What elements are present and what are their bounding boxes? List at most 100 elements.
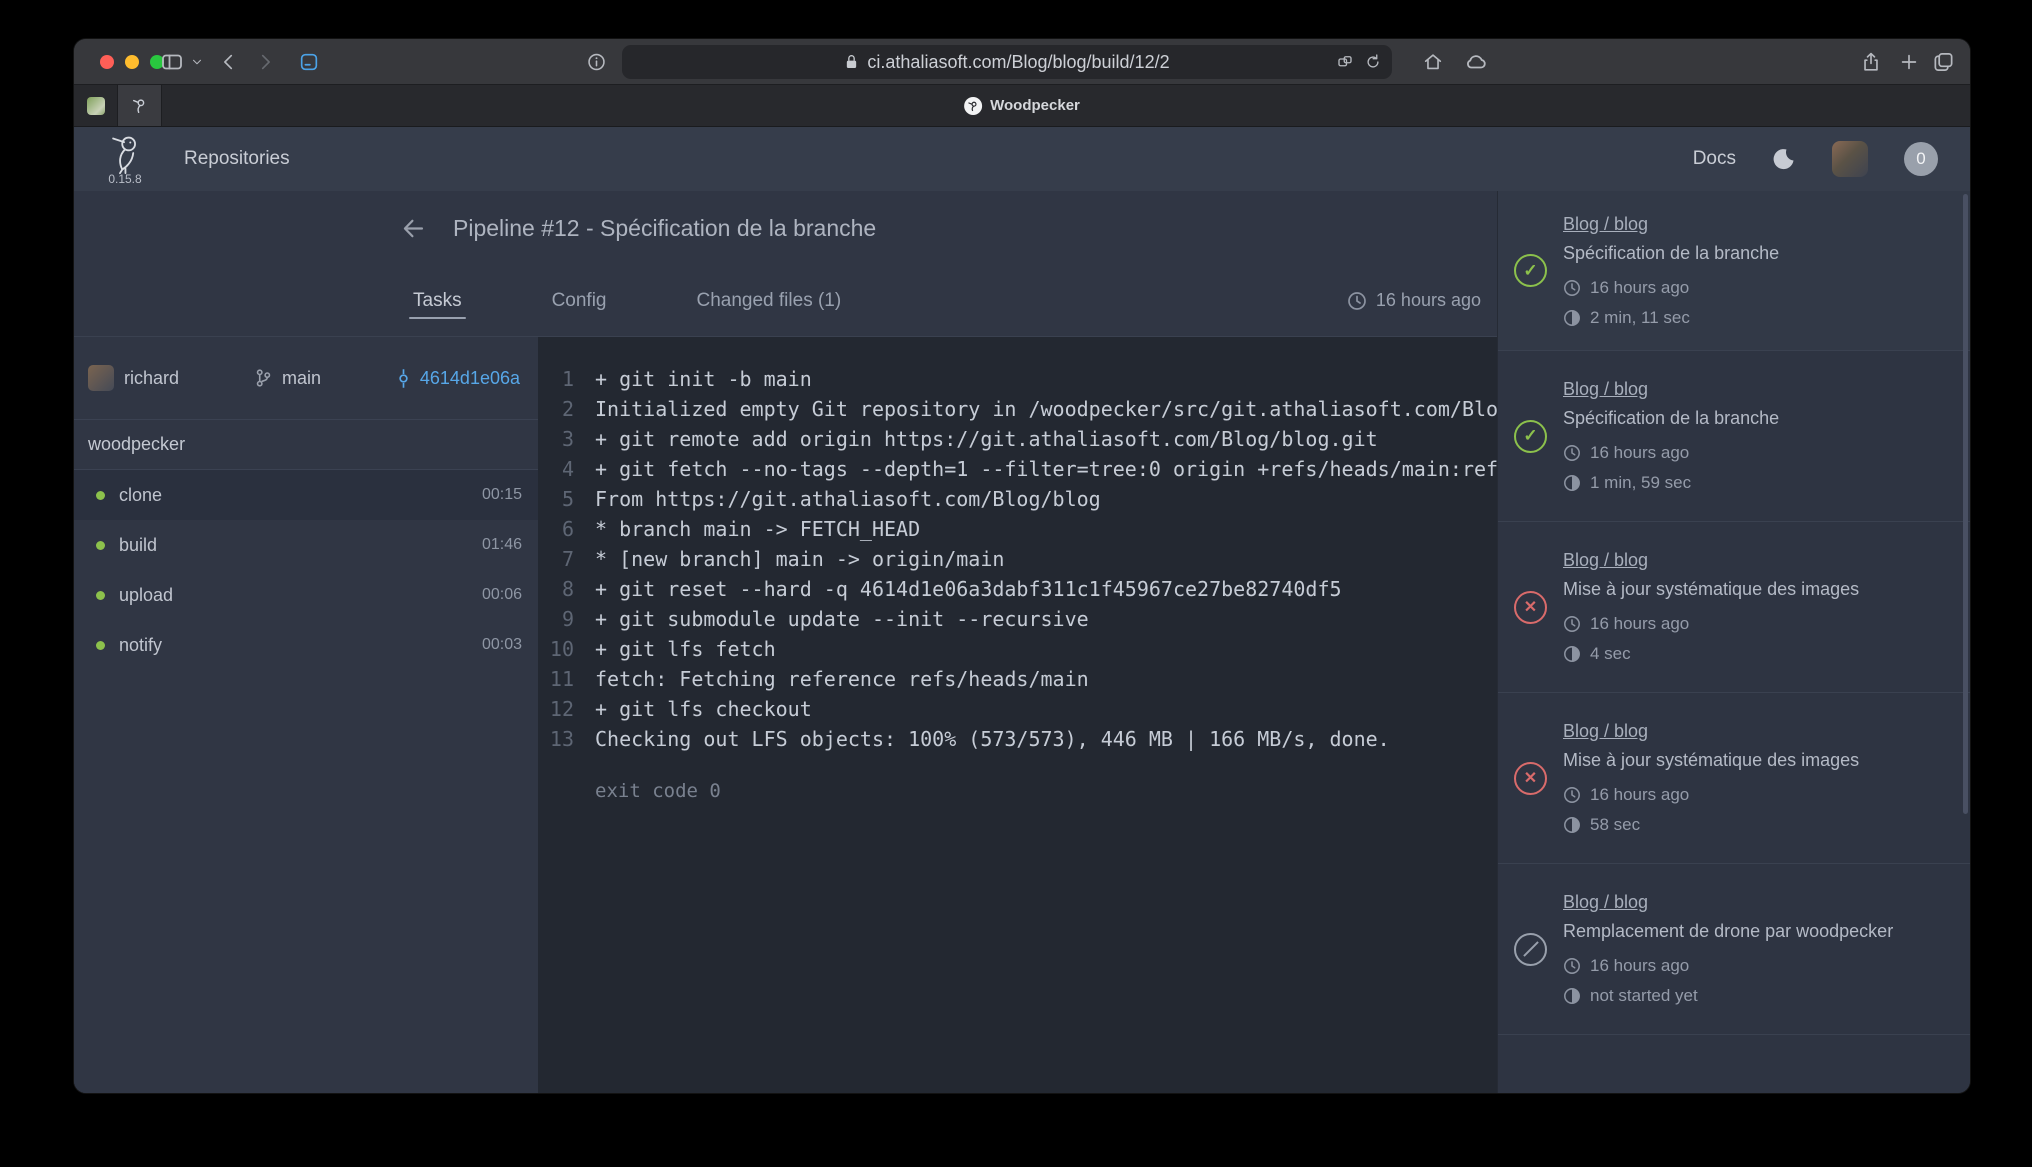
build-duration: 1 min, 59 sec [1563, 473, 1948, 493]
log-line: 10 + git lfs fetch [538, 634, 1497, 664]
steps-panel: richard main [74, 337, 538, 1093]
user-avatar[interactable] [1832, 141, 1868, 177]
pipeline-tab[interactable]: Tasks [407, 265, 468, 336]
tab-overview-icon[interactable] [1932, 50, 1955, 73]
build-repo-link[interactable]: Blog / blog [1563, 721, 1648, 741]
forward-button[interactable] [254, 51, 276, 73]
recent-build-item[interactable]: Blog / blog Spécification de la branche … [1498, 191, 1970, 351]
line-text: Initialized empty Git repository in /woo… [595, 394, 1497, 424]
commit-icon [397, 368, 410, 389]
nav-repositories-link[interactable]: Repositories [184, 148, 290, 170]
build-repo-link[interactable]: Blog / blog [1563, 214, 1648, 234]
step-name: clone [119, 485, 162, 506]
log-line: 13 Checking out LFS objects: 100% (573/5… [538, 724, 1497, 754]
build-status-icon [1514, 933, 1547, 966]
build-time: 16 hours ago [1563, 278, 1948, 298]
notification-badge[interactable]: 0 [1904, 142, 1938, 176]
log-line: 7 * [new branch] main -> origin/main [538, 544, 1497, 574]
build-message: Mise à jour systématique des images [1563, 579, 1948, 600]
branch-name: main [282, 368, 321, 389]
woodpecker-logo[interactable]: 0.15.8 [106, 133, 144, 186]
step-status-dot [96, 641, 105, 650]
back-to-builds-button[interactable] [400, 215, 427, 242]
pipeline-title: Pipeline #12 - Spécification de la branc… [453, 215, 876, 242]
traffic-lights [100, 55, 164, 69]
active-tab-title: Woodpecker [990, 97, 1080, 114]
log-line: 1 + git init -b main [538, 364, 1497, 394]
line-number: 5 [538, 484, 574, 514]
minimize-window-button[interactable] [125, 55, 139, 69]
line-number: 1 [538, 364, 574, 394]
step-item[interactable]: build 01:46 [74, 520, 538, 570]
step-name: upload [119, 585, 173, 606]
safari-window: ci.athaliasoft.com/Blog/blog/build/12/2 [74, 39, 1970, 1093]
step-status-dot [96, 541, 105, 550]
new-tab-icon[interactable] [1898, 51, 1920, 73]
exit-code: exit code 0 [595, 776, 1497, 806]
app-navbar: 0.15.8 Repositories Docs 0 [74, 127, 1970, 191]
reload-icon[interactable] [1364, 53, 1382, 71]
share-icon[interactable] [1860, 51, 1882, 73]
line-text: + git init -b main [595, 364, 812, 394]
recent-build-item[interactable]: Blog / blog Mise à jour systématique des… [1498, 693, 1970, 864]
icloud-tabs-icon[interactable] [1464, 50, 1488, 74]
duration-icon [1563, 474, 1581, 492]
nav-docs-link[interactable]: Docs [1693, 148, 1736, 170]
pipeline-content: Pipeline #12 - Spécification de la branc… [74, 191, 1497, 1093]
pinned-tab-1-favicon [87, 97, 105, 115]
step-item[interactable]: notify 00:03 [74, 620, 538, 670]
pipeline-tab[interactable]: Config [546, 265, 613, 336]
recent-build-item[interactable]: Blog / blog Mise à jour systématique des… [1498, 522, 1970, 693]
build-time: 16 hours ago [1563, 785, 1948, 805]
dark-mode-toggle[interactable] [1772, 147, 1796, 171]
recent-build-item[interactable]: Blog / blog Remplacement de drone par wo… [1498, 864, 1970, 1035]
build-status-icon [1514, 254, 1547, 287]
build-duration: 4 sec [1563, 644, 1948, 664]
pipeline-finished-time: 16 hours ago [1347, 290, 1481, 311]
build-repo-link[interactable]: Blog / blog [1563, 550, 1648, 570]
pipeline-tabs-bar: Tasks Config Changed files (1) 16 hours … [74, 265, 1497, 337]
line-text: * branch main -> FETCH_HEAD [595, 514, 920, 544]
clock-icon [1347, 291, 1367, 311]
info-icon[interactable] [586, 51, 607, 72]
build-message: Spécification de la branche [1563, 243, 1948, 264]
chevron-down-icon[interactable] [190, 55, 204, 69]
recent-build-item[interactable]: Blog / blog [1498, 1035, 1970, 1093]
workflow-name: woodpecker [74, 420, 538, 470]
step-duration: 00:06 [482, 586, 522, 604]
commit-link[interactable]: 4614d1e06a [397, 368, 520, 389]
line-text: + git remote add origin https://git.atha… [595, 424, 1378, 454]
build-duration: 58 sec [1563, 815, 1948, 835]
pipeline-tab[interactable]: Changed files (1) [691, 265, 848, 336]
active-tab[interactable]: Woodpecker [964, 97, 1080, 115]
line-text: + git fetch --no-tags --depth=1 --filter… [595, 454, 1497, 484]
build-repo-link[interactable]: Blog / blog [1563, 379, 1648, 399]
step-item[interactable]: upload 00:06 [74, 570, 538, 620]
pinned-tab-1[interactable] [74, 85, 118, 126]
version-label: 0.15.8 [108, 172, 141, 186]
line-number: 8 [538, 574, 574, 604]
home-icon[interactable] [1422, 51, 1444, 73]
author: richard [88, 365, 179, 391]
pinned-tab-woodpecker[interactable] [118, 85, 162, 126]
back-button[interactable] [218, 51, 240, 73]
build-duration: 2 min, 11 sec [1563, 308, 1948, 328]
build-repo-link[interactable]: Blog / blog [1563, 892, 1648, 912]
recent-build-item[interactable]: Blog / blog Spécification de la branche … [1498, 351, 1970, 522]
website-settings-icon[interactable] [1336, 53, 1354, 71]
branch: main [255, 368, 321, 389]
woodpecker-app: 0.15.8 Repositories Docs 0 [74, 127, 1970, 1093]
scrollbar-thumb[interactable] [1963, 194, 1968, 814]
address-bar[interactable]: ci.athaliasoft.com/Blog/blog/build/12/2 [622, 45, 1392, 79]
author-name: richard [124, 368, 179, 389]
log-line: 6 * branch main -> FETCH_HEAD [538, 514, 1497, 544]
sidebar-toggle-icon[interactable] [160, 50, 184, 74]
build-status-icon [1514, 762, 1547, 795]
line-text: + git reset --hard -q 4614d1e06a3dabf311… [595, 574, 1342, 604]
close-window-button[interactable] [100, 55, 114, 69]
arrow-left-icon [400, 215, 427, 242]
extension-icon[interactable] [298, 51, 320, 73]
log-line: 9 + git submodule update --init --recurs… [538, 604, 1497, 634]
step-item[interactable]: clone 00:15 [74, 470, 538, 520]
duration-icon [1563, 309, 1581, 327]
